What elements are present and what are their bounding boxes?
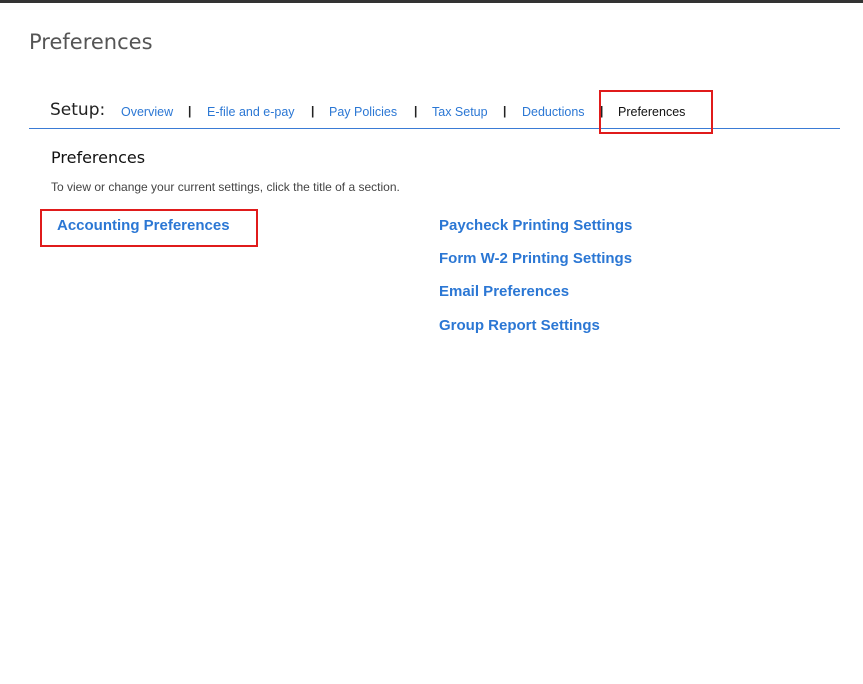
paycheck-printing-settings-link[interactable]: Paycheck Printing Settings	[439, 217, 632, 234]
setup-label: Setup:	[50, 100, 106, 120]
tab-efile-epay[interactable]: E-file and e-pay	[207, 105, 295, 119]
tab-preferences[interactable]: Preferences	[618, 105, 685, 119]
nav-separator: |	[414, 104, 418, 118]
section-description: To view or change your current settings,…	[51, 180, 400, 194]
group-report-settings-link[interactable]: Group Report Settings	[439, 317, 600, 334]
nav-separator: |	[188, 104, 192, 118]
top-border	[0, 0, 863, 3]
tab-tax-setup[interactable]: Tax Setup	[432, 105, 488, 119]
page-title: Preferences	[29, 30, 153, 54]
nav-separator: |	[311, 104, 315, 118]
nav-separator: |	[503, 104, 507, 118]
section-title: Preferences	[51, 148, 146, 167]
tab-pay-policies[interactable]: Pay Policies	[329, 105, 397, 119]
form-w2-printing-settings-link[interactable]: Form W-2 Printing Settings	[439, 250, 632, 267]
email-preferences-link[interactable]: Email Preferences	[439, 283, 569, 300]
setup-nav: Setup: Overview | E-file and e-pay | Pay…	[29, 95, 840, 129]
tab-overview[interactable]: Overview	[121, 105, 173, 119]
nav-separator: |	[600, 104, 604, 118]
tab-deductions[interactable]: Deductions	[522, 105, 585, 119]
accounting-preferences-link[interactable]: Accounting Preferences	[57, 217, 230, 234]
